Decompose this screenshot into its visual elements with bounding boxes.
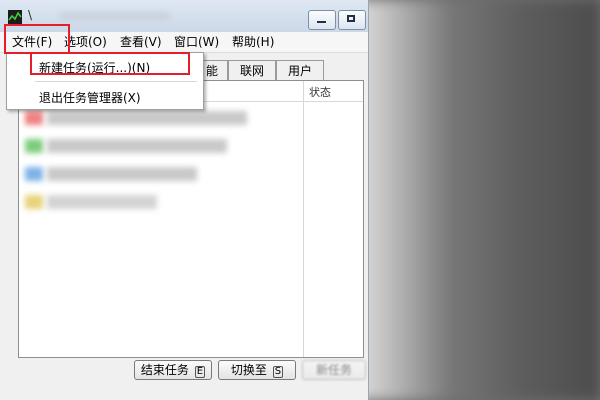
- task-list-panel: 状态: [18, 80, 364, 358]
- new-task-button[interactable]: 新任务: [302, 360, 366, 380]
- menu-window[interactable]: 窗口(W): [174, 34, 219, 50]
- title-blur: [60, 12, 170, 20]
- end-task-label: 结束任务: [140, 363, 189, 377]
- switch-to-shortcut: S: [272, 366, 284, 378]
- minimize-icon: [317, 21, 326, 23]
- maximize-button[interactable]: [338, 10, 366, 30]
- highlight-box-file-menu: [4, 24, 70, 54]
- highlight-box-new-task: [30, 52, 190, 75]
- menu-options[interactable]: 选项(O): [64, 34, 107, 50]
- switch-to-button[interactable]: 切换至 S: [218, 360, 296, 380]
- blurred-task-rows: [25, 105, 345, 215]
- task-manager-window: \ 文件(F) 选项(O) 查看(V) 窗口(W) 帮助(H) 能 联网 用户 …: [0, 0, 369, 400]
- tab-users[interactable]: 用户: [276, 60, 324, 81]
- end-task-button[interactable]: 结束任务 E: [134, 360, 212, 380]
- screen: \ 文件(F) 选项(O) 查看(V) 窗口(W) 帮助(H) 能 联网 用户 …: [0, 0, 600, 400]
- menu-separator: [35, 81, 197, 82]
- blurred-background: [330, 0, 600, 400]
- window-title: \: [28, 8, 33, 22]
- switch-to-label: 切换至: [230, 363, 267, 377]
- end-task-shortcut: E: [194, 366, 206, 378]
- maximize-icon: [347, 15, 355, 22]
- minimize-button[interactable]: [308, 10, 336, 30]
- menu-help[interactable]: 帮助(H): [232, 34, 274, 50]
- task-manager-icon: [8, 10, 22, 24]
- status-column-header[interactable]: 状态: [309, 84, 331, 100]
- tab-networking[interactable]: 联网: [228, 60, 276, 81]
- menu-item-exit[interactable]: 退出任务管理器(X): [39, 89, 141, 106]
- menu-view[interactable]: 查看(V): [120, 34, 162, 50]
